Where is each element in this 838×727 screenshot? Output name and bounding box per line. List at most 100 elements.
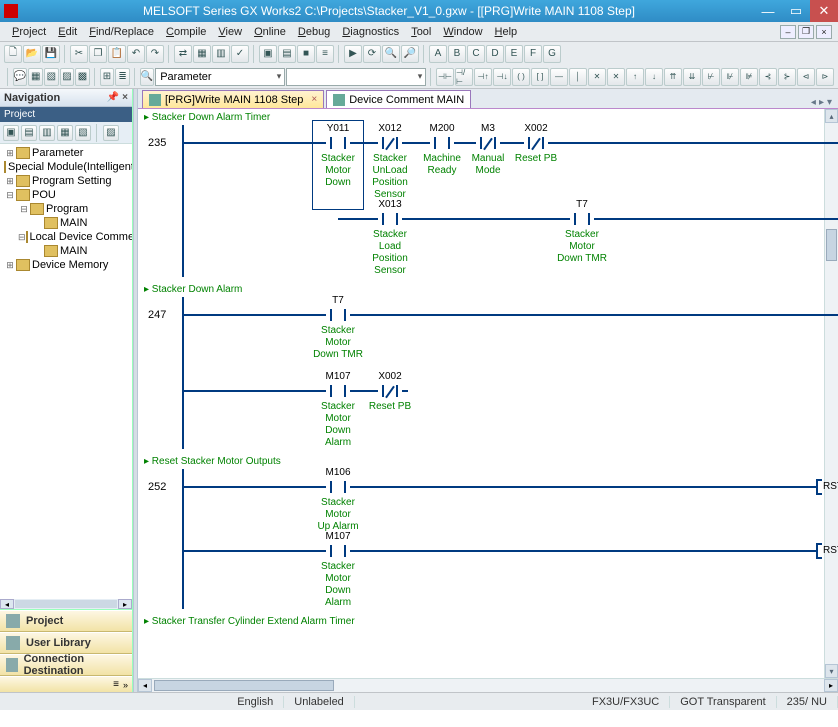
nav-tool6-icon[interactable]: ▨ (103, 125, 119, 141)
tool-f-icon[interactable]: F (524, 45, 542, 63)
vertical-scrollbar[interactable]: ▴ ▾ (824, 109, 838, 678)
tab-menu-icon[interactable]: ▾ (827, 97, 832, 108)
scroll-left-icon[interactable]: ◂ (0, 599, 14, 609)
ladder-icon[interactable]: ⊞ (100, 68, 115, 86)
tree-item[interactable]: MAIN (0, 244, 132, 258)
sf5-icon[interactable]: ⊣↑ (474, 68, 492, 86)
tab-nav-left-icon[interactable]: ◂ (811, 97, 816, 108)
nav-tool2-icon[interactable]: ▤ (21, 125, 37, 141)
write-plc-icon[interactable]: ▦ (193, 45, 211, 63)
project-tree[interactable]: ⊞ParameterSpecial Module(Intelligent⊞Pro… (0, 144, 132, 599)
nav-cat-chevron-icon[interactable]: » (123, 680, 128, 690)
saf7-icon[interactable]: ⇈ (664, 68, 682, 86)
nav-tool1-icon[interactable]: ▣ (3, 125, 19, 141)
sim-icon[interactable]: ≡ (316, 45, 334, 63)
tree-item[interactable]: ⊞Parameter (0, 146, 132, 160)
menu-project[interactable]: Project (6, 26, 52, 38)
new-icon[interactable]: 🗋 (4, 45, 22, 63)
scroll-down-icon[interactable]: ▾ (825, 664, 838, 678)
mdi-minimize-icon[interactable]: – (780, 25, 796, 39)
undo-icon[interactable]: ↶ (127, 45, 145, 63)
verify-icon[interactable]: ✓ (231, 45, 249, 63)
af7-icon[interactable]: ⊱ (778, 68, 796, 86)
no-contact[interactable] (326, 307, 350, 323)
nav-pin-icon[interactable]: 📌 × (107, 92, 128, 103)
menu-diagnostics[interactable]: Diagnostics (336, 26, 405, 38)
label-icon[interactable]: ▨ (60, 68, 75, 86)
f6-contact-icon[interactable]: ⊣/⊢ (455, 68, 473, 86)
nc-contact[interactable] (524, 135, 548, 151)
nc-contact[interactable] (476, 135, 500, 151)
f10-icon[interactable]: ⊰ (759, 68, 777, 86)
cf10-del-icon[interactable]: ✕ (607, 68, 625, 86)
cf9-del-icon[interactable]: ✕ (588, 68, 606, 86)
tool-a-icon[interactable]: A (429, 45, 447, 63)
editor-tab[interactable]: Device Comment MAIN (326, 90, 471, 108)
no-contact[interactable] (326, 383, 350, 399)
ladder-canvas[interactable]: ▴ ▾ ▸ Stacker Down Alarm TimerY011X012M2… (138, 109, 838, 678)
no-contact[interactable] (326, 543, 350, 559)
scroll-thumb[interactable] (826, 229, 837, 261)
maximize-button[interactable]: ▭ (782, 0, 810, 22)
tree-item[interactable]: ⊟Program (0, 202, 132, 216)
minimize-button[interactable]: — (754, 0, 782, 22)
hscroll-right-icon[interactable]: ▸ (824, 679, 838, 692)
saf6-icon[interactable]: ↓ (645, 68, 663, 86)
mdi-restore-icon[interactable]: ❐ (798, 25, 814, 39)
alias-icon[interactable]: ▩ (75, 68, 90, 86)
nc-contact[interactable] (378, 383, 402, 399)
stop-icon[interactable]: ■ (297, 45, 315, 63)
scroll-right-icon[interactable]: ▸ (118, 599, 132, 609)
nav-tool5-icon[interactable]: ▧ (75, 125, 91, 141)
af9-icon[interactable]: ⊳ (816, 68, 834, 86)
nav-category-user-library[interactable]: User Library (0, 632, 132, 654)
save-icon[interactable]: 💾 (42, 45, 60, 63)
tree-item[interactable]: Special Module(Intelligent (0, 160, 132, 174)
menu-debug[interactable]: Debug (292, 26, 336, 38)
tree-item[interactable]: ⊞Program Setting (0, 174, 132, 188)
no-contact[interactable] (570, 211, 594, 227)
list-icon[interactable]: ≣ (115, 68, 130, 86)
nc-contact[interactable] (378, 135, 402, 151)
menu-findreplace[interactable]: Find/Replace (83, 26, 160, 38)
caf10-icon[interactable]: ⊯ (740, 68, 758, 86)
no-contact[interactable] (326, 479, 350, 495)
f5-contact-icon[interactable]: ⊣⊢ (436, 68, 454, 86)
caf5-icon[interactable]: ⊮ (721, 68, 739, 86)
tool-e-icon[interactable]: E (505, 45, 523, 63)
af5-icon[interactable]: ⊬ (702, 68, 720, 86)
menu-help[interactable]: Help (489, 26, 524, 38)
nav-tool4-icon[interactable]: ▦ (57, 125, 73, 141)
tab-nav-right-icon[interactable]: ▸ (819, 97, 824, 108)
mdi-close-icon[interactable]: × (816, 25, 832, 39)
zoom-out-icon[interactable]: 🔎 (401, 45, 419, 63)
tool-b-icon[interactable]: B (448, 45, 466, 63)
transfer-icon[interactable]: ⇄ (174, 45, 192, 63)
saf8-icon[interactable]: ⇊ (683, 68, 701, 86)
f7-coil-icon[interactable]: ( ) (512, 68, 530, 86)
f9-hline-icon[interactable]: — (550, 68, 568, 86)
nav-category-connection-destination[interactable]: Connection Destination (0, 654, 132, 676)
menu-tool[interactable]: Tool (405, 26, 437, 38)
parameter-combo[interactable]: Parameter (155, 68, 285, 86)
af8-icon[interactable]: ⊲ (797, 68, 815, 86)
find-icon[interactable]: 🔍 (140, 68, 155, 86)
tool-c-icon[interactable]: C (467, 45, 485, 63)
tree-item[interactable]: MAIN (0, 216, 132, 230)
nav-tool3-icon[interactable]: ▥ (39, 125, 55, 141)
build-icon[interactable]: ▶ (344, 45, 362, 63)
saf5-icon[interactable]: ↑ (626, 68, 644, 86)
menu-online[interactable]: Online (248, 26, 292, 38)
horizontal-scrollbar[interactable]: ◂ ▸ (138, 678, 838, 692)
sf6-icon[interactable]: ⊣↓ (493, 68, 511, 86)
statement-icon[interactable]: ▦ (28, 68, 43, 86)
tool-d-icon[interactable]: D (486, 45, 504, 63)
note-icon[interactable]: ▧ (44, 68, 59, 86)
close-button[interactable]: ✕ (810, 0, 838, 22)
no-contact[interactable] (378, 211, 402, 227)
hscroll-thumb[interactable] (154, 680, 334, 691)
f8-app-icon[interactable]: [ ] (531, 68, 549, 86)
tree-item[interactable]: ⊞Device Memory (0, 258, 132, 272)
hscroll-left-icon[interactable]: ◂ (138, 679, 152, 692)
menu-edit[interactable]: Edit (52, 26, 83, 38)
